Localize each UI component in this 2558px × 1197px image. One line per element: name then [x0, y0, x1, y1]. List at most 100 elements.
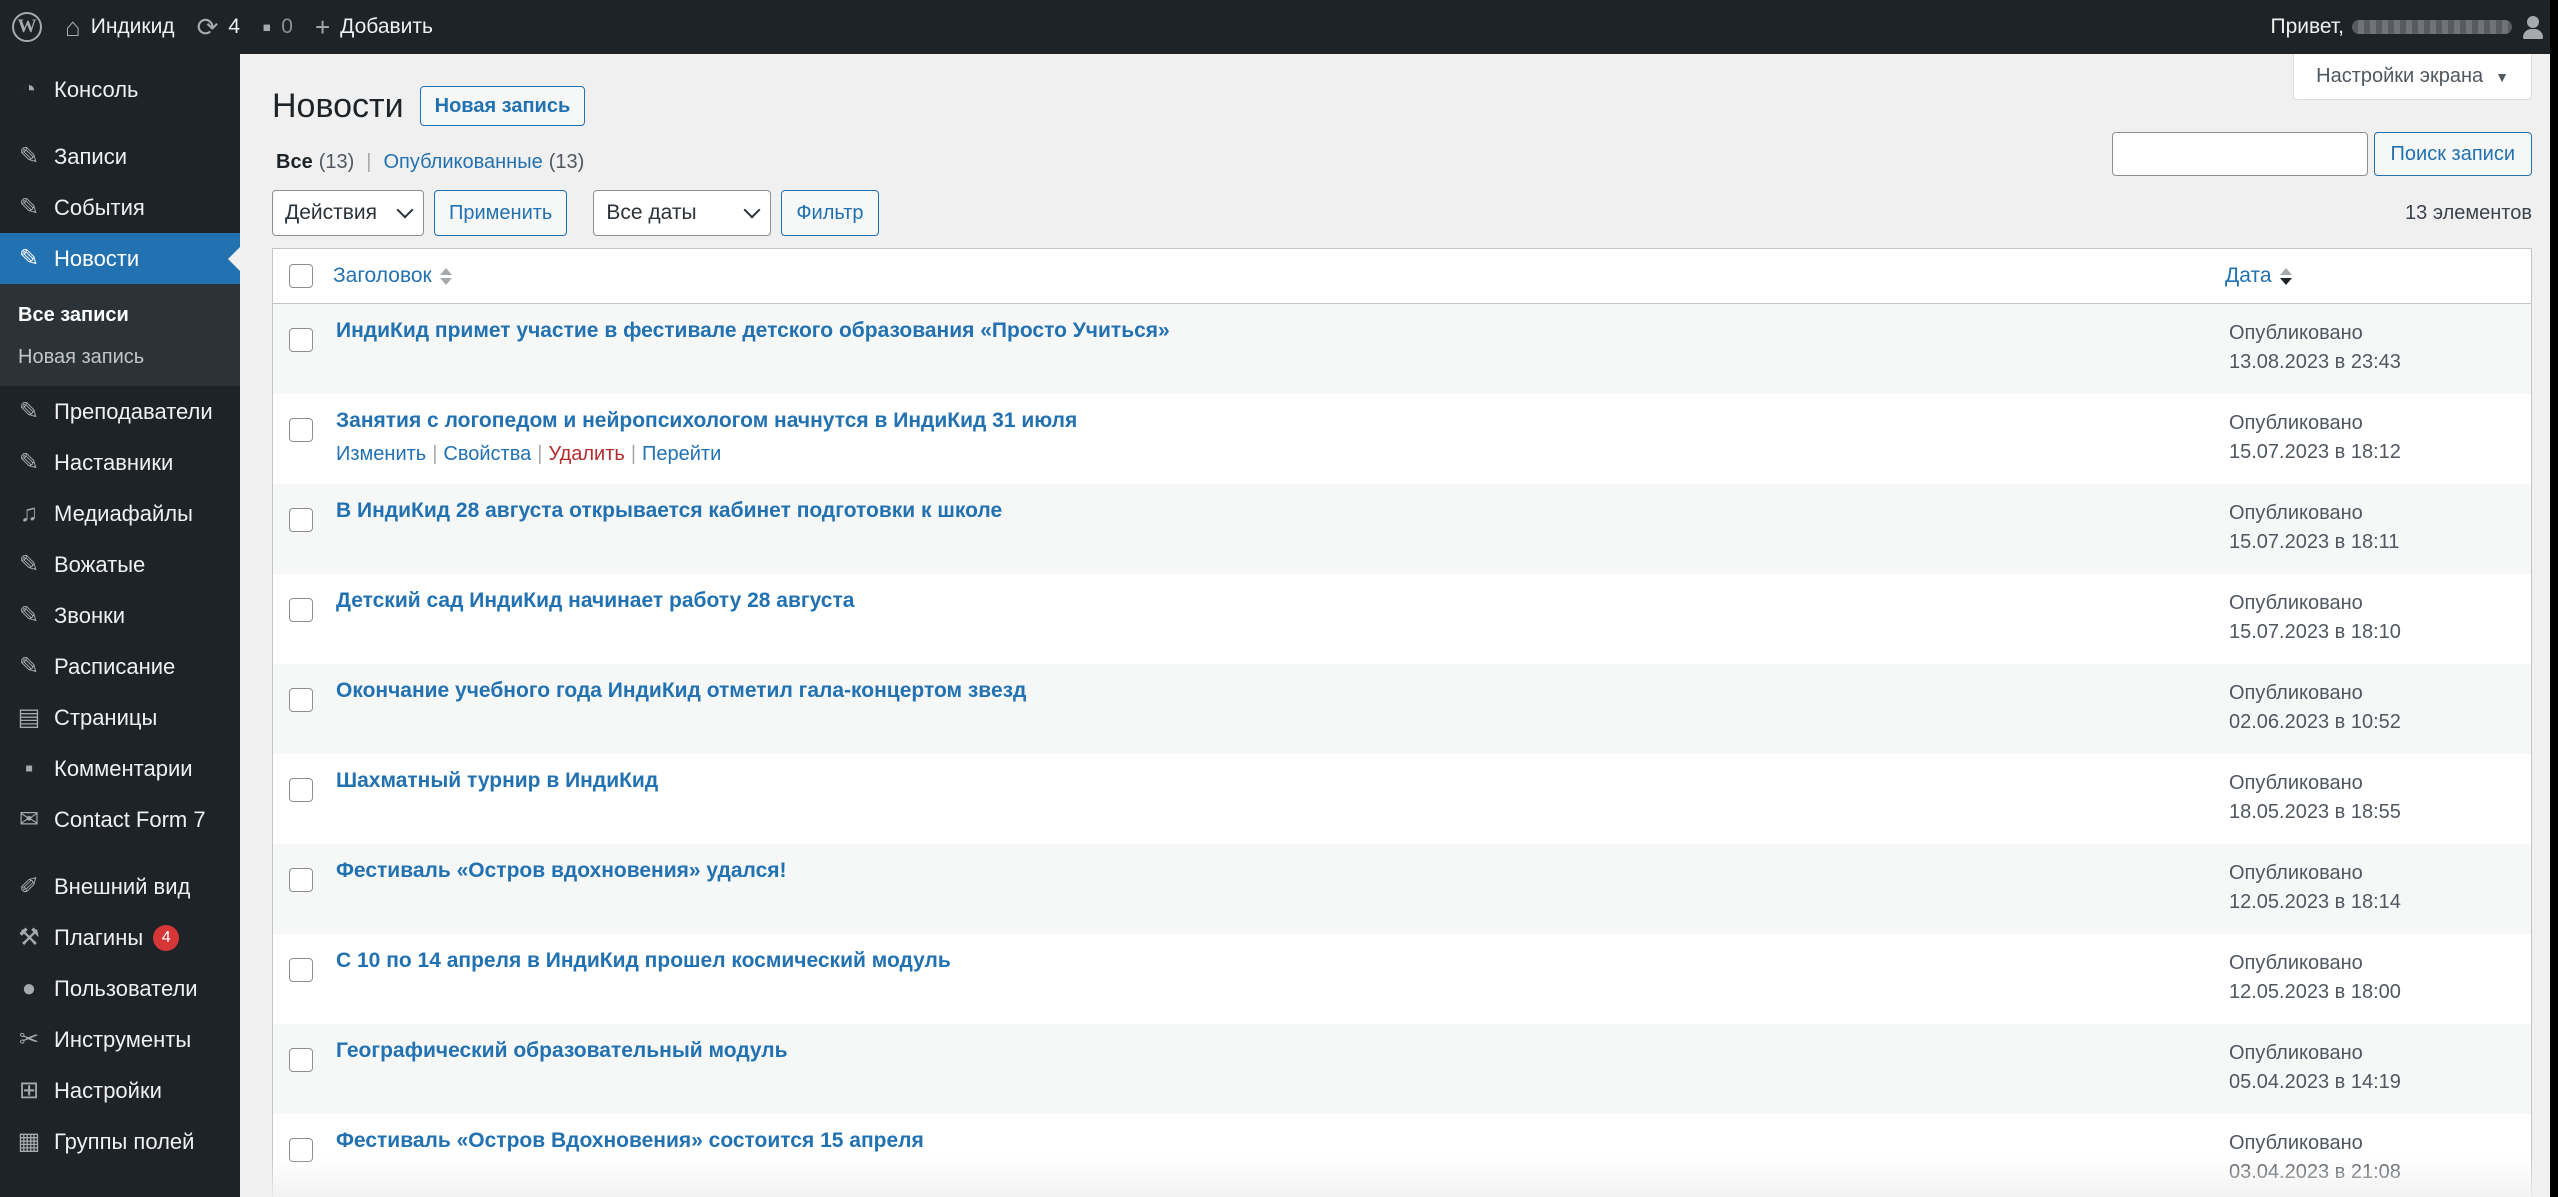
date-cell: Опубликовано 15.07.2023 в 18:12 [2225, 394, 2531, 484]
edit-link[interactable]: Изменить [336, 443, 426, 466]
site-name-link[interactable]: ⌂ Индикид [54, 0, 186, 54]
pin-icon: ✎ [18, 652, 40, 680]
sidebar-item-6[interactable]: ♫ Медиафайлы [0, 488, 240, 539]
row-actions: Изменить | Свойства | Удалить | Перейти [336, 443, 2225, 466]
sidebar-item-7[interactable]: ✎ Вожатые [0, 539, 240, 590]
add-new-menu[interactable]: + Добавить [304, 0, 444, 54]
bulk-actions-select[interactable]: Действия [272, 190, 424, 236]
sort-by-date-link[interactable]: Дата [2225, 264, 2531, 288]
row-checkbox[interactable] [289, 868, 313, 892]
submenu-new-post[interactable]: Новая запись [0, 336, 240, 378]
sidebar-item-1[interactable]: ✎ Записи [0, 131, 240, 182]
date-filter-select[interactable]: Все даты [593, 190, 772, 236]
search-input[interactable] [2111, 132, 2368, 176]
sidebar-item-2[interactable]: ✎ События [0, 182, 240, 233]
sidebar-item-10[interactable]: ▤ Страницы [0, 692, 240, 743]
post-date: 13.08.2023 в 23:43 [2229, 351, 2401, 373]
filter-button[interactable]: Фильтр [781, 190, 879, 236]
home-icon: ⌂ [65, 12, 81, 42]
row-checkbox[interactable] [289, 688, 313, 712]
sort-desc-icon [2279, 267, 2292, 285]
date-cell: Опубликовано 15.07.2023 в 18:10 [2225, 574, 2531, 664]
post-title-link[interactable]: Географический образовательный модуль [336, 1039, 788, 1062]
submenu-all-posts[interactable]: Все записи [0, 294, 240, 336]
sidebar-item-15[interactable]: ● Пользователи [0, 963, 240, 1014]
date-cell: Опубликовано 05.04.2023 в 14:19 [2225, 1024, 2531, 1114]
date-cell: Опубликовано 15.07.2023 в 18:11 [2225, 484, 2531, 574]
chevron-down-icon [743, 201, 761, 219]
sidebar-item-17[interactable]: ⊞ Настройки [0, 1065, 240, 1116]
screen-options-button[interactable]: Настройки экрана ▼ [2293, 54, 2532, 100]
sort-by-title-link[interactable]: Заголовок [333, 264, 2225, 288]
sidebar-item-13[interactable]: ✐ Внешний вид [0, 861, 240, 912]
main-content: Настройки экрана ▼ Новости Новая запись … [272, 54, 2532, 1197]
column-title-label: Заголовок [333, 264, 432, 287]
post-title-link[interactable]: Фестиваль «Остров Вдохновения» состоится… [336, 1129, 924, 1152]
add-new-post-button[interactable]: Новая запись [419, 86, 586, 126]
table-row: Занятия с логопедом и нейропсихологом на… [273, 394, 2531, 484]
post-title-link[interactable]: В ИндиКид 28 августа открывается кабинет… [336, 499, 1002, 522]
row-checkbox[interactable] [289, 598, 313, 622]
wp-admin-frame: W ⌂ Индикид ⟳ 4 ▪ 0 + Добавить Привет, ◔… [0, 0, 2558, 1197]
add-new-label: Добавить [340, 15, 433, 38]
sidebar-item-5[interactable]: ✎ Наставники [0, 437, 240, 488]
search-posts-button[interactable]: Поиск записи [2373, 132, 2532, 176]
post-date: 15.07.2023 в 18:10 [2229, 621, 2401, 643]
row-checkbox[interactable] [289, 958, 313, 982]
post-title-link[interactable]: Шахматный турнир в ИндиКид [336, 769, 658, 792]
row-checkbox[interactable] [289, 1048, 313, 1072]
post-status: Опубликовано [2229, 322, 2363, 344]
comment-icon: ▪ [262, 12, 272, 42]
sidebar-item-14[interactable]: ⚒ Плагины 4 [0, 912, 240, 963]
sidebar-item-11[interactable]: ▪ Комментарии [0, 743, 240, 794]
wordpress-logo-button[interactable]: W [0, 0, 54, 54]
pin-icon: ✎ [18, 550, 40, 578]
row-checkbox[interactable] [289, 508, 313, 532]
view-link[interactable]: Перейти [642, 443, 721, 466]
my-account-menu[interactable]: Привет, [2270, 15, 2558, 39]
sidebar-item-4[interactable]: ✎ Преподаватели [0, 386, 240, 437]
updates-link[interactable]: ⟳ 4 [186, 0, 251, 54]
site-name: Индикид [90, 15, 175, 38]
post-date: 15.07.2023 в 18:11 [2229, 531, 2400, 553]
post-title-link[interactable]: Детский сад ИндиКид начинает работу 28 а… [336, 589, 854, 612]
post-title-link[interactable]: ИндиКид примет участие в фестивале детск… [336, 319, 1170, 342]
title-cell: Шахматный турнир в ИндиКид [333, 754, 2225, 844]
filter-published-link[interactable]: Опубликованные [383, 151, 542, 174]
trash-link[interactable]: Удалить [548, 443, 624, 466]
select-all-checkbox[interactable] [289, 264, 313, 288]
pin-icon: ✎ [18, 244, 40, 272]
row-checkbox[interactable] [289, 778, 313, 802]
row-checkbox[interactable] [289, 328, 313, 352]
title-cell: Фестиваль «Остров вдохновения» удался! [333, 844, 2225, 934]
sidebar-item-9[interactable]: ✎ Расписание [0, 641, 240, 692]
post-title-link[interactable]: С 10 по 14 апреля в ИндиКид прошел косми… [336, 949, 951, 972]
post-date: 05.04.2023 в 14:19 [2229, 1071, 2401, 1093]
settings-icon: ⊞ [18, 1076, 40, 1104]
quick-edit-link[interactable]: Свойства [443, 443, 531, 466]
comments-link[interactable]: ▪ 0 [251, 0, 304, 54]
filter-all-link[interactable]: Все [276, 151, 313, 174]
sidebar-item-3[interactable]: ✎ Новости [0, 233, 240, 284]
sidebar-item-0[interactable]: ◔ Консоль [0, 64, 240, 115]
sidebar-item-label: Вожатые [54, 551, 146, 577]
post-status: Опубликовано [2229, 862, 2363, 884]
sidebar-item-8[interactable]: ✎ Звонки [0, 590, 240, 641]
sidebar-item-18[interactable]: ▦ Группы полей [0, 1116, 240, 1167]
sidebar-item-label: Плагины [54, 924, 144, 950]
sidebar-item-16[interactable]: ✂ Инструменты [0, 1014, 240, 1065]
row-checkbox[interactable] [289, 1138, 313, 1162]
row-checkbox[interactable] [289, 418, 313, 442]
post-title-link[interactable]: Фестиваль «Остров вдохновения» удался! [336, 859, 787, 882]
mail-icon: ✉ [18, 805, 40, 833]
date-cell: Опубликовано 12.05.2023 в 18:14 [2225, 844, 2531, 934]
post-title-link[interactable]: Занятия с логопедом и нейропсихологом на… [336, 409, 1077, 432]
sidebar-item-label: Contact Form 7 [54, 806, 206, 832]
pin-icon: ✎ [18, 601, 40, 629]
sidebar-item-12[interactable]: ✉ Contact Form 7 [0, 794, 240, 845]
post-title-link[interactable]: Окончание учебного года ИндиКид отметил … [336, 679, 1026, 702]
heading-row: Новости Новая запись [272, 86, 586, 126]
pin-icon: ✎ [18, 142, 40, 170]
separator: | [366, 151, 372, 173]
apply-button[interactable]: Применить [434, 190, 568, 236]
